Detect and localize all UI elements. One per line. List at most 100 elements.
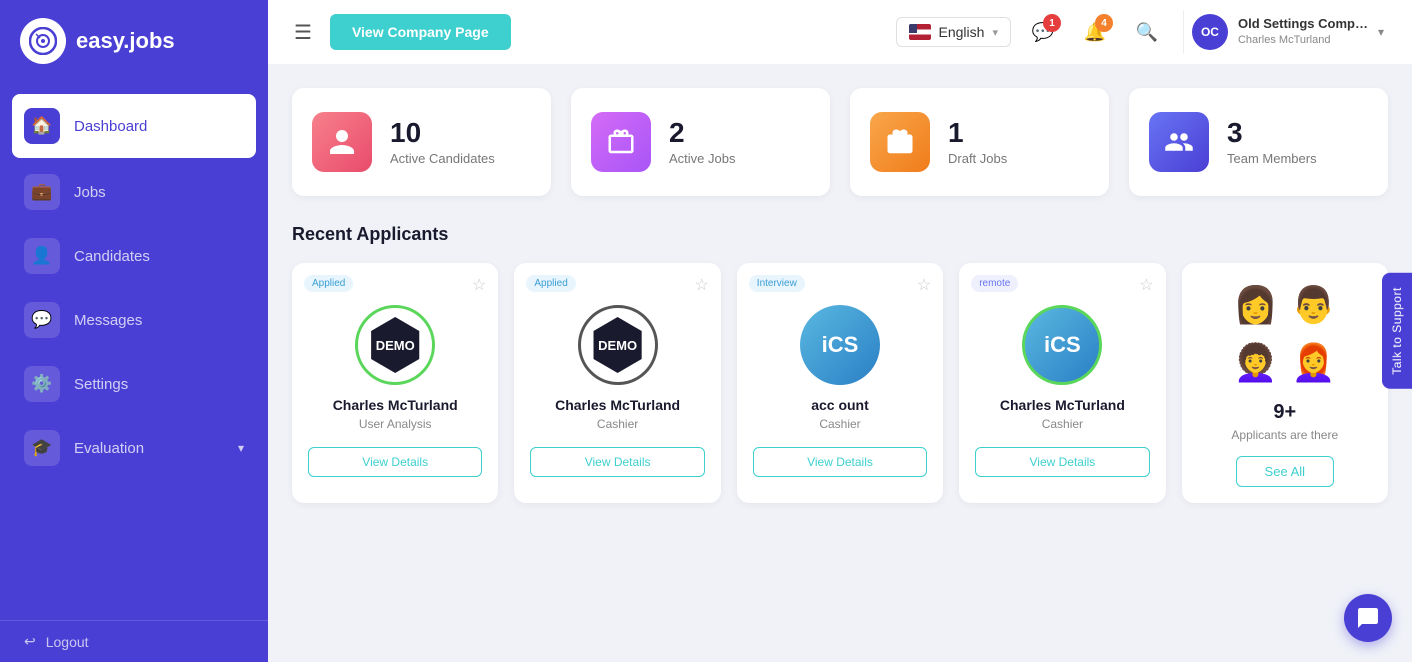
recent-applicants-section: Recent Applicants Applied ☆ DEMO Charles… bbox=[292, 224, 1388, 503]
applicant-card: remote ☆ iCS Charles McTurland Cashier V… bbox=[959, 263, 1165, 503]
company-avatar: OC bbox=[1192, 14, 1228, 50]
applicant-card: Applied ☆ DEMO Charles McTurland User An… bbox=[292, 263, 498, 503]
sidebar-item-jobs[interactable]: 💼 Jobs bbox=[0, 160, 268, 224]
applicant-role: Cashier bbox=[819, 417, 860, 431]
sidebar-item-dashboard[interactable]: 🏠 Dashboard bbox=[12, 94, 256, 158]
logout-label: Logout bbox=[46, 634, 89, 650]
company-chevron-icon[interactable]: ▾ bbox=[1378, 25, 1384, 39]
mini-avatar: 👨 bbox=[1288, 279, 1340, 331]
applicant-card: Interview ☆ iCS acc ount Cashier View De… bbox=[737, 263, 943, 503]
view-details-button[interactable]: View Details bbox=[530, 447, 704, 477]
applicant-avatar: iCS bbox=[800, 305, 880, 385]
language-label: English bbox=[939, 24, 985, 40]
team-members-label: Team Members bbox=[1227, 151, 1317, 166]
notifications-button[interactable]: 🔔 4 bbox=[1075, 12, 1115, 52]
view-details-button[interactable]: View Details bbox=[975, 447, 1149, 477]
sidebar: easy.jobs 🏠 Dashboard 💼 Jobs 👤 Candidate… bbox=[0, 0, 268, 662]
mini-avatar: 👩‍🦱 bbox=[1230, 337, 1282, 389]
dashboard-content: 10 Active Candidates 2 Active Jobs 1 bbox=[268, 64, 1412, 662]
applicant-badge: Interview bbox=[749, 275, 805, 292]
support-button[interactable]: Talk to Support bbox=[1382, 273, 1412, 389]
company-name: Old Settings Company... ✓ bbox=[1238, 15, 1368, 33]
applicant-card: Applied ☆ DEMO Charles McTurland Cashier… bbox=[514, 263, 720, 503]
view-company-button[interactable]: View Company Page bbox=[330, 14, 511, 50]
sidebar-nav: 🏠 Dashboard 💼 Jobs 👤 Candidates 💬 Messag… bbox=[0, 82, 268, 620]
logout-icon: ↩ bbox=[24, 633, 36, 650]
sidebar-item-settings[interactable]: ⚙️ Settings bbox=[0, 352, 268, 416]
active-jobs-number: 2 bbox=[669, 119, 735, 147]
view-details-button[interactable]: View Details bbox=[753, 447, 927, 477]
see-all-count: 9+ bbox=[1273, 401, 1296, 424]
star-icon[interactable]: ☆ bbox=[472, 275, 486, 295]
avatar-group: 👩 👨 👩‍🦱 👩‍🦰 bbox=[1230, 279, 1340, 389]
messages-button[interactable]: 💬 1 bbox=[1023, 12, 1063, 52]
applicant-name: Charles McTurland bbox=[333, 397, 458, 413]
sidebar-logo: easy.jobs bbox=[0, 0, 268, 82]
mini-avatar: 👩 bbox=[1230, 279, 1282, 331]
chat-bubble-button[interactable] bbox=[1344, 594, 1392, 642]
applicant-name: acc ount bbox=[811, 397, 869, 413]
stat-card-active-jobs: 2 Active Jobs bbox=[571, 88, 830, 196]
star-icon[interactable]: ☆ bbox=[917, 275, 931, 295]
active-candidates-icon bbox=[312, 112, 372, 172]
header: ☰ View Company Page English ▾ 💬 1 🔔 4 🔍 … bbox=[268, 0, 1412, 64]
stat-card-draft-jobs: 1 Draft Jobs bbox=[850, 88, 1109, 196]
jobs-icon: 💼 bbox=[24, 174, 60, 210]
applicant-badge: Applied bbox=[526, 275, 575, 292]
stat-card-active-candidates: 10 Active Candidates bbox=[292, 88, 551, 196]
active-candidates-label: Active Candidates bbox=[390, 151, 495, 166]
notifications-badge: 4 bbox=[1095, 14, 1113, 32]
sidebar-item-label: Jobs bbox=[74, 184, 106, 201]
active-candidates-number: 10 bbox=[390, 119, 495, 147]
team-members-number: 3 bbox=[1227, 119, 1317, 147]
star-icon[interactable]: ☆ bbox=[1139, 275, 1153, 295]
applicant-badge: Applied bbox=[304, 275, 353, 292]
messages-badge: 1 bbox=[1043, 14, 1061, 32]
candidates-icon: 👤 bbox=[24, 238, 60, 274]
applicant-role: Cashier bbox=[1042, 417, 1083, 431]
sidebar-item-label: Messages bbox=[74, 312, 142, 329]
sidebar-item-candidates[interactable]: 👤 Candidates bbox=[0, 224, 268, 288]
evaluation-icon: 🎓 bbox=[24, 430, 60, 466]
applicants-grid: Applied ☆ DEMO Charles McTurland User An… bbox=[292, 263, 1388, 503]
sidebar-logout[interactable]: ↩ Logout bbox=[0, 620, 268, 662]
messages-icon: 💬 bbox=[24, 302, 60, 338]
applicant-role: Cashier bbox=[597, 417, 638, 431]
chevron-down-icon: ▾ bbox=[238, 441, 244, 455]
settings-icon: ⚙️ bbox=[24, 366, 60, 402]
flag-icon bbox=[909, 24, 931, 40]
logo-icon bbox=[20, 18, 66, 64]
section-title: Recent Applicants bbox=[292, 224, 1388, 245]
see-all-card: 👩 👨 👩‍🦱 👩‍🦰 9+ Applicants are there See … bbox=[1182, 263, 1388, 503]
sidebar-item-label: Evaluation bbox=[74, 440, 144, 457]
stats-grid: 10 Active Candidates 2 Active Jobs 1 bbox=[292, 88, 1388, 196]
sidebar-item-evaluation[interactable]: 🎓 Evaluation ▾ bbox=[0, 416, 268, 480]
sidebar-item-label: Candidates bbox=[74, 248, 150, 265]
language-selector[interactable]: English ▾ bbox=[896, 17, 1011, 47]
applicant-avatar: DEMO bbox=[578, 305, 658, 385]
applicant-avatar: iCS bbox=[1022, 305, 1102, 385]
sidebar-item-messages[interactable]: 💬 Messages bbox=[0, 288, 268, 352]
lang-chevron-icon: ▾ bbox=[992, 26, 998, 39]
team-members-icon bbox=[1149, 112, 1209, 172]
draft-jobs-label: Draft Jobs bbox=[948, 151, 1007, 166]
search-button[interactable]: 🔍 bbox=[1127, 12, 1167, 52]
view-details-button[interactable]: View Details bbox=[308, 447, 482, 477]
draft-jobs-icon bbox=[870, 112, 930, 172]
see-all-label: Applicants are there bbox=[1231, 428, 1338, 442]
app-name: easy.jobs bbox=[76, 28, 175, 54]
see-all-button[interactable]: See All bbox=[1236, 456, 1334, 487]
active-jobs-icon bbox=[591, 112, 651, 172]
hamburger-button[interactable]: ☰ bbox=[288, 14, 318, 51]
company-user: Charles McTurland bbox=[1238, 33, 1368, 48]
star-icon[interactable]: ☆ bbox=[694, 275, 708, 295]
applicant-name: Charles McTurland bbox=[1000, 397, 1125, 413]
company-info: OC Old Settings Company... ✓ Charles McT… bbox=[1183, 10, 1392, 54]
dashboard-icon: 🏠 bbox=[24, 108, 60, 144]
applicant-avatar: DEMO bbox=[355, 305, 435, 385]
sidebar-item-label: Dashboard bbox=[74, 118, 147, 135]
applicant-role: User Analysis bbox=[359, 417, 432, 431]
mini-avatar: 👩‍🦰 bbox=[1288, 337, 1340, 389]
active-jobs-label: Active Jobs bbox=[669, 151, 735, 166]
draft-jobs-number: 1 bbox=[948, 119, 1007, 147]
